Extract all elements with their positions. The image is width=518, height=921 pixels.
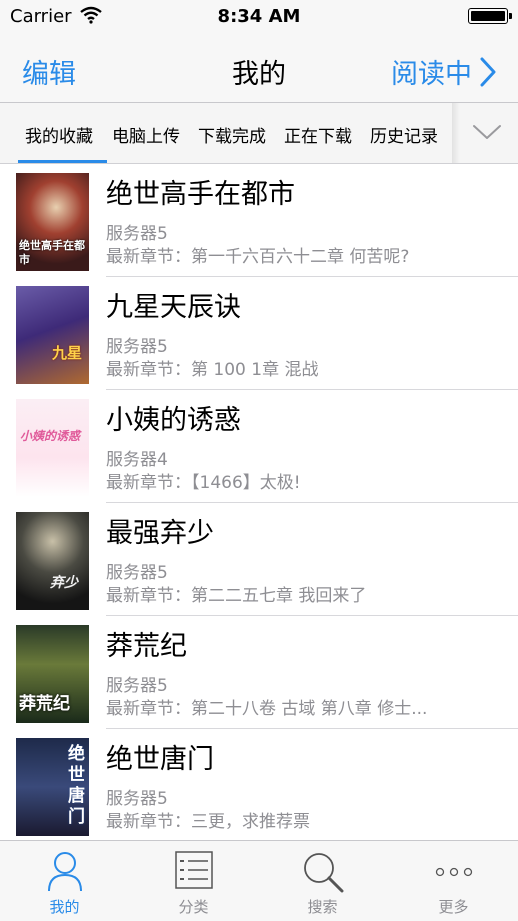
list-icon — [174, 851, 213, 889]
list-item[interactable]: 绝世高手在都市 绝世高手在都市 服务器5 最新章节：第一千六百六十二章 何苦呢? — [0, 164, 518, 277]
tabbar-label: 我的 — [49, 898, 80, 916]
book-server: 服务器4 — [106, 450, 168, 470]
edit-button[interactable]: 编辑 — [22, 52, 76, 91]
search-icon — [303, 853, 343, 893]
tab-downloaded[interactable]: 下载完成 — [198, 122, 266, 147]
category-tabs: 我的收藏 电脑上传 下载完成 正在下载 历史记录 — [0, 103, 518, 164]
chevron-down-icon[interactable] — [472, 121, 502, 143]
book-cover: 弃少 — [16, 512, 89, 610]
book-title: 小姨的诱惑 — [106, 405, 241, 436]
status-time: 8:34 AM — [217, 6, 301, 27]
book-cover: 绝世唐门 — [16, 738, 89, 836]
tabbar-item-search[interactable]: 搜索 — [258, 841, 387, 921]
active-tab-indicator — [18, 160, 107, 163]
book-title: 绝世唐门 — [106, 744, 214, 775]
book-title: 九星天辰诀 — [106, 292, 241, 323]
tabbar-item-mine[interactable]: 我的 — [0, 841, 129, 921]
book-server: 服务器5 — [106, 224, 168, 244]
book-server: 服务器5 — [106, 676, 168, 696]
tabbar-item-category[interactable]: 分类 — [129, 841, 258, 921]
book-cover: 九星 — [16, 286, 89, 384]
list-item[interactable]: 弃少 最强弃少 服务器5 最新章节：第二二五七章 我回来了 — [0, 503, 518, 616]
book-cover: 莽荒纪 — [16, 625, 89, 723]
tab-pc-upload[interactable]: 电脑上传 — [112, 122, 180, 147]
list-item[interactable]: 绝世唐门 绝世唐门 服务器5 最新章节：三更，求推荐票 — [0, 729, 518, 842]
book-cover: 绝世高手在都市 — [16, 173, 89, 271]
book-latest-chapter: 最新章节：【1466】太极! — [106, 473, 301, 493]
bottom-tab-bar: 我的 分类 搜索 更多 — [0, 840, 518, 921]
book-title: 最强弃少 — [106, 518, 214, 549]
book-latest-chapter: 最新章节：三更，求推荐票 — [106, 812, 310, 832]
tabbar-item-more[interactable]: 更多 — [389, 841, 518, 921]
book-cover: 小姨的诱惑 — [16, 399, 89, 497]
book-latest-chapter: 最新章节：第一千六百六十二章 何苦呢? — [106, 247, 410, 267]
book-list: 绝世高手在都市 绝世高手在都市 服务器5 最新章节：第一千六百六十二章 何苦呢?… — [0, 164, 518, 842]
book-latest-chapter: 最新章节：第二二五七章 我回来了 — [106, 586, 367, 606]
tab-history[interactable]: 历史记录 — [370, 122, 438, 147]
battery-icon — [468, 8, 512, 24]
tab-downloading[interactable]: 正在下载 — [284, 122, 352, 147]
tabbar-label: 分类 — [178, 898, 209, 916]
list-item[interactable]: 莽荒纪 莽荒纪 服务器5 最新章节：第二十八卷 古域 第八章 修士... — [0, 616, 518, 729]
chevron-right-icon — [480, 57, 496, 86]
reading-button-label: 阅读中 — [391, 59, 472, 90]
book-title: 莽荒纪 — [106, 631, 187, 662]
book-title: 绝世高手在都市 — [106, 179, 295, 210]
book-latest-chapter: 最新章节：第 100 1章 混战 — [106, 360, 319, 380]
status-bar: Carrier 8:34 AM — [0, 0, 518, 34]
list-item[interactable]: 九星 九星天辰诀 服务器5 最新章节：第 100 1章 混战 — [0, 277, 518, 390]
book-latest-chapter: 最新章节：第二十八卷 古域 第八章 修士... — [106, 699, 428, 719]
book-server: 服务器5 — [106, 337, 168, 357]
list-item[interactable]: 小姨的诱惑 小姨的诱惑 服务器4 最新章节：【1466】太极! — [0, 390, 518, 503]
book-server: 服务器5 — [106, 563, 168, 583]
tabbar-label: 更多 — [438, 898, 469, 916]
tabbar-label: 搜索 — [307, 898, 338, 916]
navigation-bar: 编辑 我的 阅读中 — [0, 34, 518, 103]
person-icon — [47, 852, 82, 892]
more-icon — [435, 867, 472, 877]
tab-favorites[interactable]: 我的收藏 — [25, 122, 93, 147]
book-server: 服务器5 — [106, 789, 168, 809]
reading-button[interactable]: 阅读中 — [391, 52, 496, 91]
